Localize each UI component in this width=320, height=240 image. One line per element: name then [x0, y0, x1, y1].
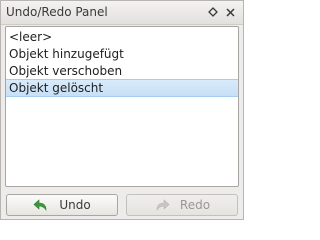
undo-label: Undo	[59, 198, 91, 212]
history-list[interactable]: <leer> Objekt hinzugefügt Objekt verscho…	[5, 26, 239, 187]
undo-button[interactable]: Undo	[6, 194, 118, 216]
history-item-selected[interactable]: Objekt gelöscht	[6, 79, 238, 97]
float-diamond-icon[interactable]	[206, 5, 219, 19]
panel-titlebar[interactable]: Undo/Redo Panel	[1, 1, 243, 25]
redo-button[interactable]: Redo	[126, 194, 238, 216]
redo-arrow-icon	[154, 198, 170, 212]
history-item[interactable]: <leer>	[6, 29, 238, 46]
undo-redo-panel: Undo/Redo Panel <leer> Objekt hinzugefüg…	[0, 0, 244, 220]
redo-label: Redo	[179, 198, 211, 212]
history-item[interactable]: Objekt hinzugefügt	[6, 46, 238, 63]
history-item[interactable]: Objekt verschoben	[6, 63, 238, 80]
panel-title: Undo/Redo Panel	[6, 5, 108, 19]
close-icon[interactable]	[224, 5, 237, 19]
undo-arrow-icon	[33, 198, 49, 212]
